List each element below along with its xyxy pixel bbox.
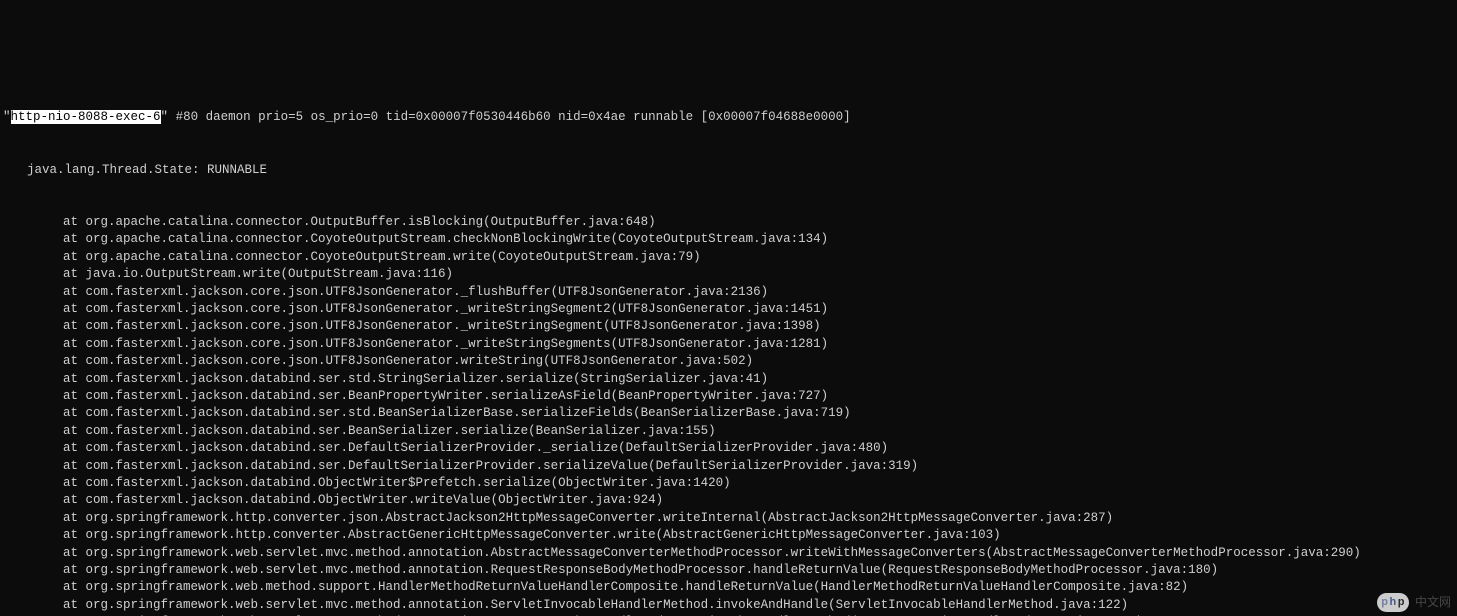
stack-frame-text: at org.apache.catalina.connector.CoyoteO… xyxy=(63,250,701,264)
stack-frame-text: at com.fasterxml.jackson.databind.Object… xyxy=(63,493,663,507)
stack-frame: at com.fasterxml.jackson.core.json.UTF8J… xyxy=(3,353,1454,370)
stack-frame-text: at org.springframework.web.servlet.mvc.m… xyxy=(63,598,1128,612)
stack-frame: at com.fasterxml.jackson.core.json.UTF8J… xyxy=(3,318,1454,335)
stack-frame-text: at java.io.OutputStream.write(OutputStre… xyxy=(63,267,453,281)
stack-frame-text: at org.springframework.web.servlet.mvc.m… xyxy=(63,563,1218,577)
stack-frame: at org.springframework.http.converter.js… xyxy=(3,510,1454,527)
stack-trace-output[interactable]: "http-nio-8088-exec-6" #80 daemon prio=5… xyxy=(0,70,1457,616)
stack-frame: at com.fasterxml.jackson.core.json.UTF8J… xyxy=(3,301,1454,318)
stack-frame: at com.fasterxml.jackson.core.json.UTF8J… xyxy=(3,336,1454,353)
stack-frame: at org.apache.catalina.connector.CoyoteO… xyxy=(3,249,1454,266)
quote-open: " xyxy=(3,110,11,124)
stack-frame-text: at com.fasterxml.jackson.databind.ser.De… xyxy=(63,459,918,473)
stack-frame-text: at com.fasterxml.jackson.databind.ser.De… xyxy=(63,441,888,455)
stack-frame-text: at com.fasterxml.jackson.core.json.UTF8J… xyxy=(63,285,768,299)
stack-frames-container: at org.apache.catalina.connector.OutputB… xyxy=(3,214,1454,616)
stack-frame: at org.springframework.http.converter.Ab… xyxy=(3,527,1454,544)
stack-frame: at com.fasterxml.jackson.databind.Object… xyxy=(3,492,1454,509)
stack-frame: at com.fasterxml.jackson.databind.ser.Be… xyxy=(3,423,1454,440)
stack-frame-text: at com.fasterxml.jackson.databind.Object… xyxy=(63,476,731,490)
stack-frame: at org.springframework.web.method.suppor… xyxy=(3,579,1454,596)
stack-frame-text: at com.fasterxml.jackson.databind.ser.st… xyxy=(63,372,768,386)
quote-close: " xyxy=(161,110,169,124)
stack-frame-text: at com.fasterxml.jackson.databind.ser.st… xyxy=(63,406,851,420)
stack-frame: at com.fasterxml.jackson.databind.ser.st… xyxy=(3,371,1454,388)
stack-frame-text: at org.springframework.http.converter.js… xyxy=(63,511,1113,525)
stack-frame: at org.apache.catalina.connector.CoyoteO… xyxy=(3,231,1454,248)
stack-frame-text: at com.fasterxml.jackson.core.json.UTF8J… xyxy=(63,337,828,351)
stack-frame: at com.fasterxml.jackson.databind.ser.st… xyxy=(3,405,1454,422)
stack-frame: at org.springframework.web.servlet.mvc.m… xyxy=(3,545,1454,562)
thread-header-line: "http-nio-8088-exec-6" #80 daemon prio=5… xyxy=(3,109,1454,126)
stack-frame-text: at org.springframework.http.converter.Ab… xyxy=(63,528,1001,542)
thread-header-rest: #80 daemon prio=5 os_prio=0 tid=0x00007f… xyxy=(168,110,851,124)
thread-state-line: java.lang.Thread.State: RUNNABLE xyxy=(3,162,1454,179)
stack-frame: at java.io.OutputStream.write(OutputStre… xyxy=(3,266,1454,283)
stack-frame-text: at org.springframework.web.servlet.mvc.m… xyxy=(63,546,1361,560)
stack-frame-text: at com.fasterxml.jackson.core.json.UTF8J… xyxy=(63,354,753,368)
stack-frame-text: at com.fasterxml.jackson.core.json.UTF8J… xyxy=(63,302,828,316)
stack-frame-text: at com.fasterxml.jackson.databind.ser.Be… xyxy=(63,424,716,438)
stack-frame: at com.fasterxml.jackson.databind.ser.Be… xyxy=(3,388,1454,405)
stack-frame: at com.fasterxml.jackson.databind.Object… xyxy=(3,475,1454,492)
stack-frame-text: at com.fasterxml.jackson.databind.ser.Be… xyxy=(63,389,828,403)
stack-frame-text: at org.apache.catalina.connector.OutputB… xyxy=(63,215,656,229)
stack-frame-text: at org.springframework.web.method.suppor… xyxy=(63,580,1188,594)
stack-frame: at org.springframework.web.servlet.mvc.m… xyxy=(3,597,1454,614)
thread-state-text: java.lang.Thread.State: RUNNABLE xyxy=(27,163,267,177)
stack-frame: at org.apache.catalina.connector.OutputB… xyxy=(3,214,1454,231)
stack-frame: at com.fasterxml.jackson.databind.ser.De… xyxy=(3,458,1454,475)
stack-frame: at com.fasterxml.jackson.databind.ser.De… xyxy=(3,440,1454,457)
thread-name-highlighted: http-nio-8088-exec-6 xyxy=(11,110,161,124)
stack-frame: at org.springframework.web.servlet.mvc.m… xyxy=(3,562,1454,579)
stack-frame-text: at com.fasterxml.jackson.core.json.UTF8J… xyxy=(63,319,821,333)
stack-frame-text: at org.apache.catalina.connector.CoyoteO… xyxy=(63,232,828,246)
stack-frame: at com.fasterxml.jackson.core.json.UTF8J… xyxy=(3,284,1454,301)
